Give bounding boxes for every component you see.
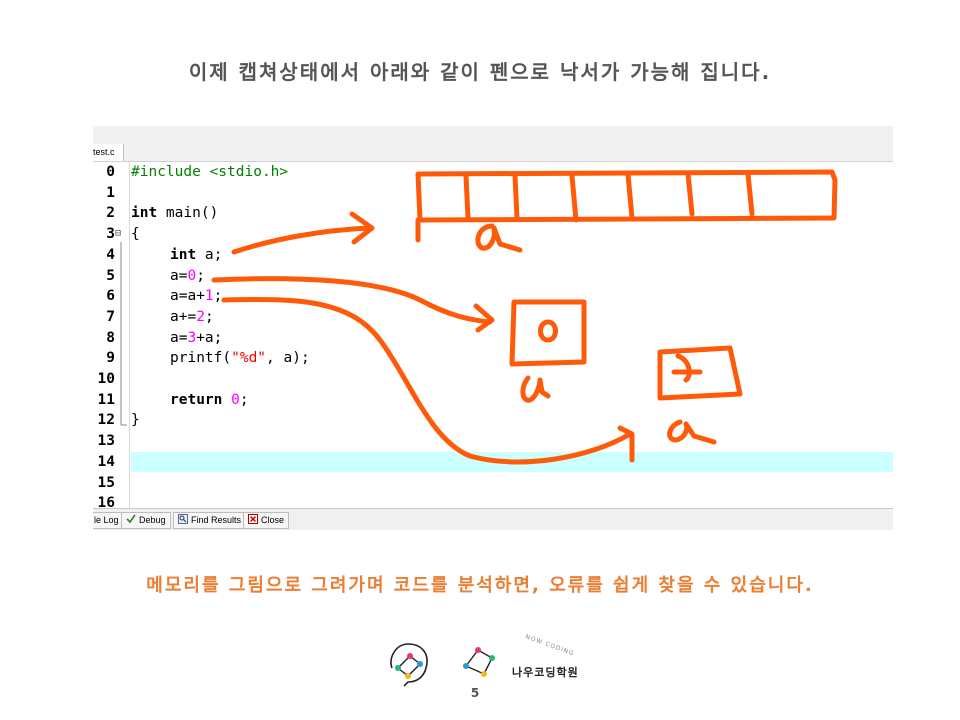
code-text: printf(	[170, 350, 232, 367]
code-editor[interactable]: 0 #include <stdio.h> 1 2 int main() 3 ⊟ …	[93, 162, 893, 508]
declaration-rest: a;	[196, 246, 223, 263]
main-signature: main()	[157, 205, 219, 222]
debug-check-icon	[126, 514, 136, 524]
compile-log-label: le Log	[94, 515, 119, 525]
code-text: ;	[204, 308, 214, 325]
code-line-4: 4 int a;	[93, 245, 893, 266]
code-line-1: 1	[93, 183, 893, 204]
code-line-9: 9 printf("%d", a);	[93, 348, 893, 369]
tab-close[interactable]: Close	[243, 512, 290, 529]
file-tab-bar: test.c	[93, 144, 893, 162]
file-tab-test-c[interactable]: test.c	[93, 144, 124, 161]
code-line-15: 15	[93, 473, 893, 494]
include-header: <stdio.h>	[200, 164, 289, 180]
brand-arc-text: NOW CODING	[524, 633, 576, 658]
slide-caption: 메모리를 그림으로 그려가며 코드를 분석하면, 오류를 쉽게 찾을 수 있습니…	[146, 575, 814, 596]
code-line-0: 0 #include <stdio.h>	[93, 162, 893, 183]
debug-label: Debug	[139, 515, 166, 525]
tab-find-results[interactable]: Find Results	[173, 512, 247, 529]
code-line-11: 11 return 0;	[93, 390, 893, 411]
code-text: a=	[170, 329, 188, 346]
close-icon	[248, 514, 258, 524]
number-literal: 0	[222, 391, 240, 408]
code-line-16: 16	[93, 493, 893, 508]
number-literal: 0	[187, 267, 197, 284]
code-text: ;	[239, 391, 249, 408]
code-text: ;	[196, 267, 205, 284]
code-line-10: 10	[93, 369, 893, 390]
number-literal: 2	[196, 308, 205, 325]
keyword-int: int	[131, 205, 158, 222]
close-label: Close	[261, 515, 285, 525]
code-text: , a);	[266, 350, 310, 367]
toolbar-strip	[93, 126, 893, 144]
code-line-3: 3 ⊟ {	[93, 224, 893, 245]
find-results-icon	[178, 514, 188, 524]
number-literal: 1	[204, 288, 214, 305]
keyword-int: int	[170, 246, 197, 263]
network-logo-icon	[463, 647, 495, 677]
code-line-2: 2 int main()	[93, 203, 893, 224]
number-literal: 3	[187, 329, 197, 346]
keyword-return: return	[170, 391, 223, 408]
fold-line	[120, 242, 127, 426]
page-number: 5	[470, 686, 480, 700]
ide-screenshot: test.c 0 #include <stdio.h> 1 2 int main…	[93, 126, 893, 530]
tab-compile-log[interactable]: le Log	[93, 512, 124, 529]
code-line-8: 8 a=3+a;	[93, 328, 893, 349]
code-text: a=a+	[170, 288, 205, 305]
tab-debug[interactable]: Debug	[121, 512, 171, 529]
code-line-6: 6 a=a+1;	[93, 286, 893, 307]
brain-logo-icon	[390, 643, 428, 687]
code-text: a+=	[170, 308, 197, 325]
string-literal: "%d"	[231, 350, 267, 367]
slide-title: 이제 캡쳐상태에서 아래와 같이 펜으로 낙서가 가능해 집니다.	[188, 60, 772, 84]
code-line-5: 5 a=0;	[93, 266, 893, 287]
code-text: +a;	[196, 329, 223, 346]
code-line-7: 7 a+=2;	[93, 307, 893, 328]
code-text: ;	[213, 288, 223, 305]
find-results-label: Find Results	[191, 515, 242, 525]
code-line-12: 12 }	[93, 410, 893, 431]
code-line-14: 14	[93, 452, 893, 473]
code-line-13: 13	[93, 431, 893, 452]
brand-name: 나우코딩학원	[512, 666, 579, 679]
preprocessor-directive: #include	[131, 164, 201, 180]
bottom-panel-tabs: le Log Debug Find Results Close	[93, 508, 893, 530]
code-text: a=	[170, 267, 188, 284]
